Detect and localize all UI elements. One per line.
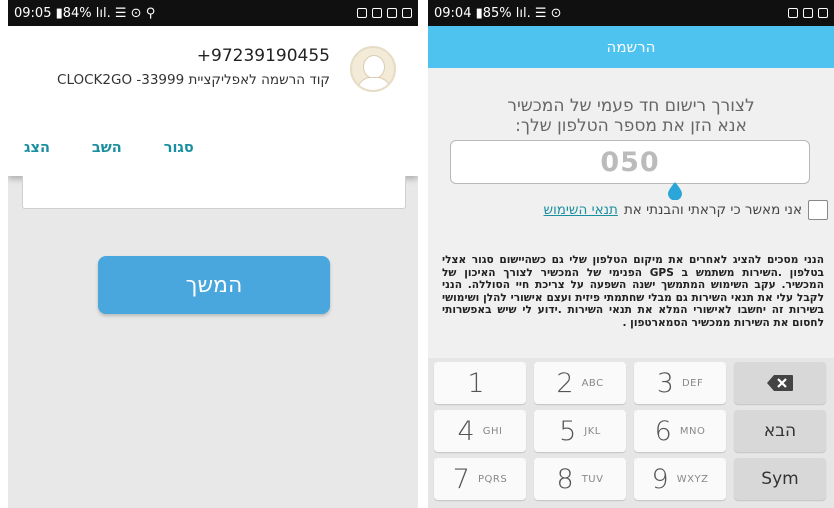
calendar-icon (387, 8, 397, 18)
key-2[interactable]: 2 ABC (534, 362, 626, 404)
key-letters: DEF (681, 377, 704, 389)
left-phone-screen: 09:05 ▮84% lıl. ☰ ⊙ ⚲ +97239190455 קוד ה… (8, 0, 418, 508)
key-letters: ABC (581, 377, 604, 389)
key-9[interactable]: 9 WXYZ (634, 458, 726, 500)
key-digit: 7 (452, 463, 470, 495)
key-3[interactable]: 3 DEF (634, 362, 726, 404)
status-bar: 09:05 ▮84% lıl. ☰ ⊙ ⚲ (8, 0, 418, 26)
instruction-line-2: אנא הזן את מספר הטלפון שלך: (515, 116, 747, 136)
text-cursor-handle-icon[interactable] (668, 182, 682, 200)
instruction-line-1: לצורך רישום חד פעמי של המכשיר (507, 96, 755, 116)
key-6[interactable]: 6 MNO (634, 410, 726, 452)
app-icon (788, 8, 798, 18)
continue-button[interactable]: המשך (98, 256, 330, 314)
gallery-icon (803, 8, 813, 18)
status-text: 09:05 ▮84% lıl. ☰ ⊙ ⚲ (14, 5, 156, 21)
show-action-button[interactable]: הצג (24, 140, 50, 156)
terms-link[interactable]: תנאי השימוש (544, 202, 618, 218)
key-digit: 2 (556, 367, 574, 399)
key-letters: JKL (584, 425, 601, 437)
consent-text: הנני מסכים להציג לאחרים את מיקום הטלפון … (442, 254, 824, 329)
phone-number-input[interactable]: 050 (450, 140, 810, 184)
key-letters: TUV (581, 473, 604, 485)
key-8[interactable]: 8 TUV (534, 458, 626, 500)
gallery-icon (357, 8, 367, 18)
key-4[interactable]: 4 GHI (434, 410, 526, 452)
notification-actions: סגור השב הצג (24, 140, 194, 156)
key-letters: PQRS (477, 473, 508, 485)
calendar-icon (818, 8, 828, 18)
numeric-keyboard: 1 2 ABC 3 DEF 4 GHI 5 JKL 6 MNO הבא 7 PQ… (428, 358, 834, 508)
terms-checkbox[interactable] (808, 200, 828, 220)
terms-row: אני מאשר כי קראתי והבנתי את תנאי השימוש (544, 200, 828, 220)
terms-label: אני מאשר כי קראתי והבנתי את (623, 202, 802, 218)
key-letters: MNO (679, 425, 706, 437)
key-letters: WXYZ (676, 473, 709, 485)
app-title: הרשמה (606, 38, 656, 56)
backspace-icon (767, 375, 793, 391)
key-1[interactable]: 1 (434, 362, 526, 404)
status-text: 09:04 ▮85% lıl. ☰ ⊙ (434, 5, 562, 21)
avatar-icon (350, 46, 396, 92)
right-phone-screen: 09:04 ▮85% lıl. ☰ ⊙ הרשמה לצורך רישום חד… (428, 0, 834, 508)
key-5[interactable]: 5 JKL (534, 410, 626, 452)
app-icon (372, 8, 382, 18)
key-7[interactable]: 7 PQRS (434, 458, 526, 500)
mail-icon (402, 8, 412, 18)
key-digit: 5 (559, 415, 577, 447)
backspace-key[interactable] (734, 362, 826, 404)
phone-number-value: 050 (600, 146, 660, 178)
sms-notification[interactable]: +97239190455 קוד הרשמה לאפליקציית CLOCK2… (8, 26, 418, 176)
next-key[interactable]: הבא (734, 410, 826, 452)
instruction-text: לצורך רישום חד פעמי של המכשיר אנא הזן את… (448, 96, 814, 136)
status-icons (357, 8, 412, 18)
key-digit: 9 (651, 463, 669, 495)
key-digit: 6 (654, 415, 672, 447)
phone-input[interactable] (22, 176, 406, 209)
key-letters: GHI (482, 425, 503, 437)
key-digit: 8 (556, 463, 574, 495)
reply-action-button[interactable]: השב (92, 140, 122, 156)
close-action-button[interactable]: סגור (164, 140, 194, 156)
status-bar: 09:04 ▮85% lıl. ☰ ⊙ (428, 0, 834, 26)
status-icons (788, 8, 828, 18)
sym-key[interactable]: Sym (734, 458, 826, 500)
app-bar: הרשמה (428, 26, 834, 68)
key-digit: 1 (467, 367, 485, 399)
key-digit: 3 (656, 367, 674, 399)
key-digit: 4 (457, 415, 475, 447)
notification-sender: +97239190455 (196, 46, 330, 66)
notification-message: קוד הרשמה לאפליקציית CLOCK2GO -33999 (57, 72, 330, 88)
